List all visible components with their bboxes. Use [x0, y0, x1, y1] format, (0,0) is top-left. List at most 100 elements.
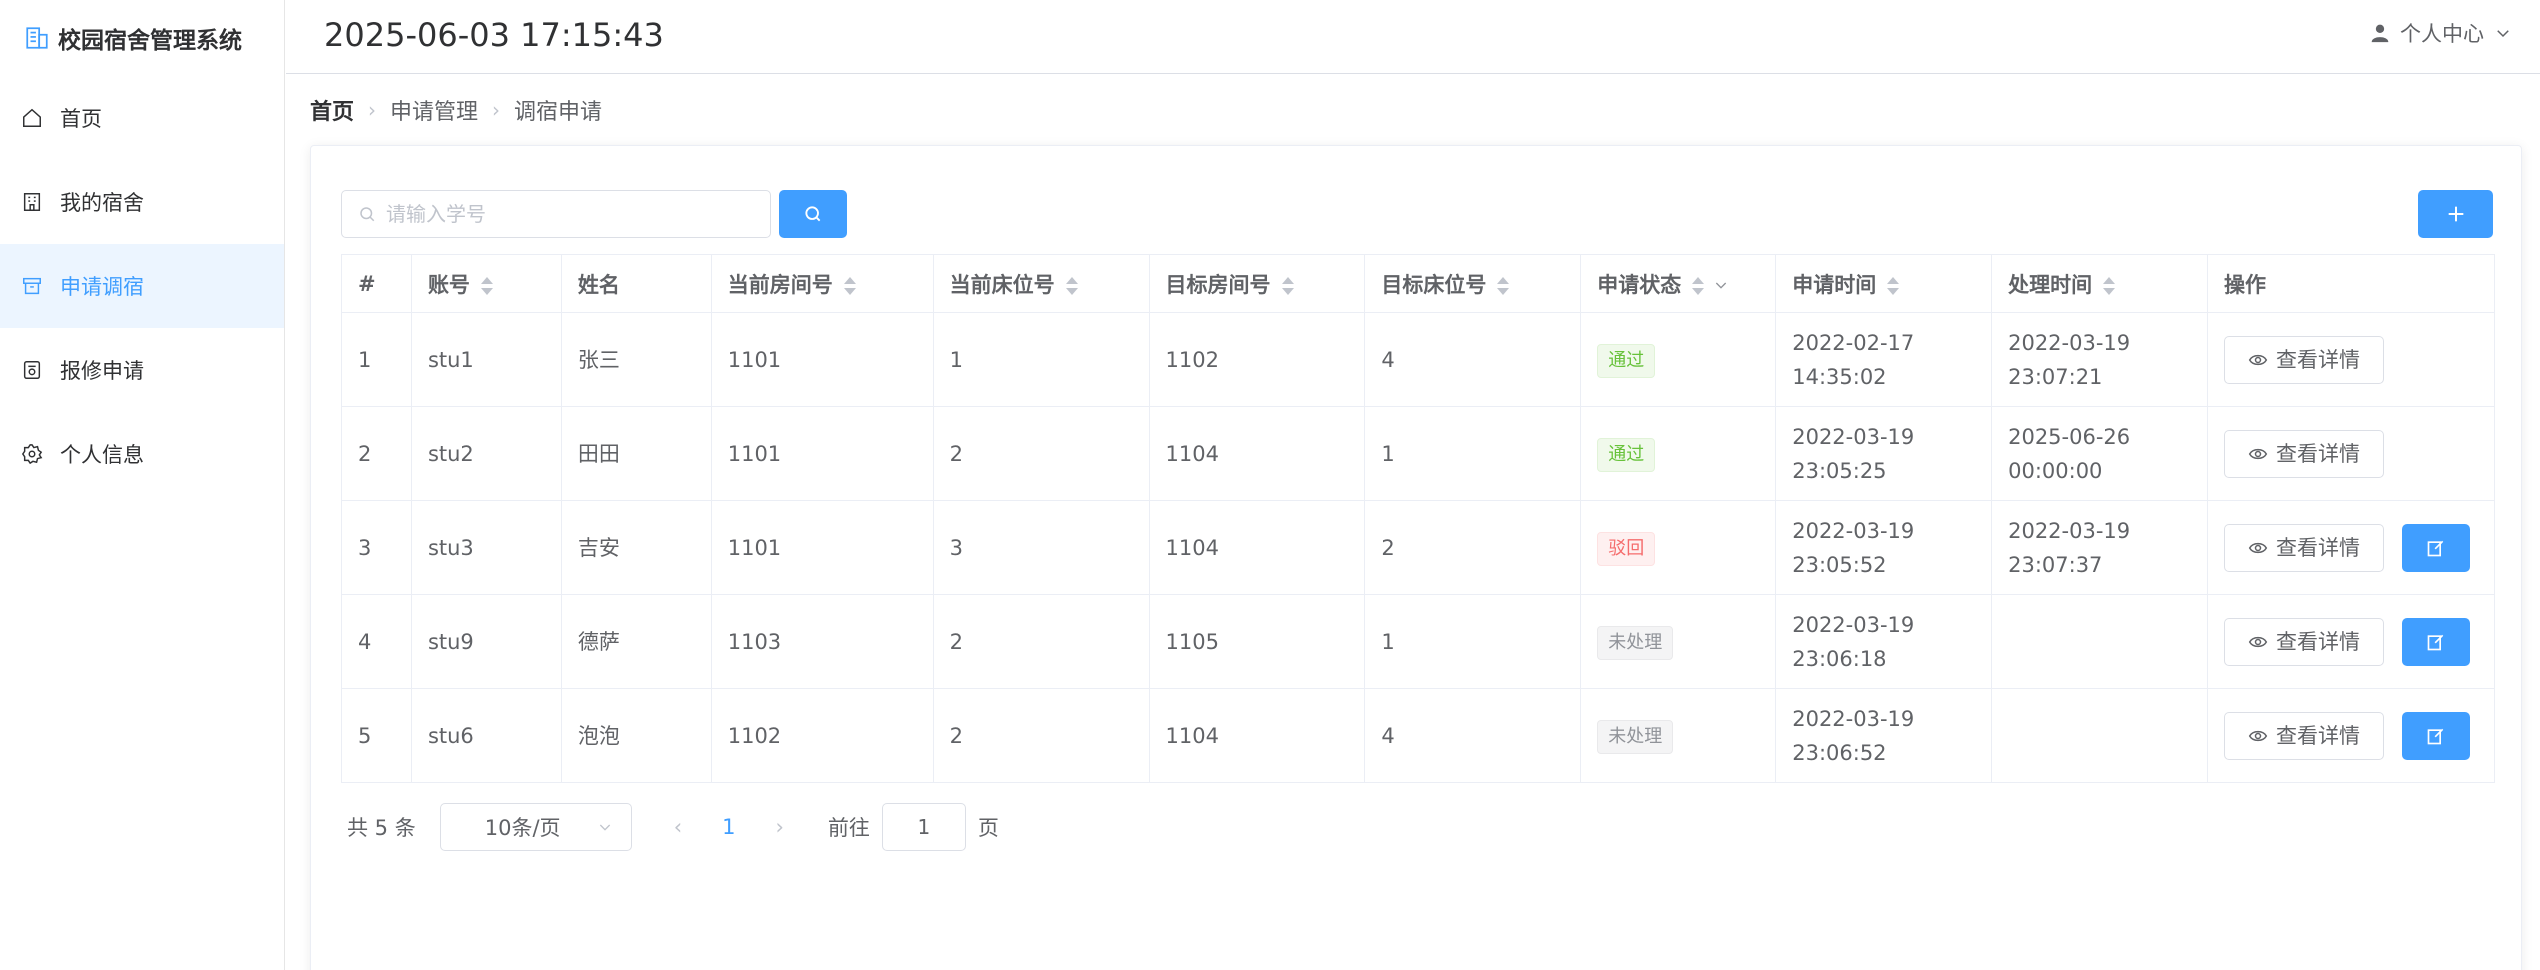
cell-current-bed: 2	[932, 594, 1150, 689]
column-header-status[interactable]: 申请状态	[1580, 254, 1777, 313]
cell-name: 德萨	[560, 594, 712, 689]
search-icon	[805, 206, 821, 222]
page-size-value: 10条/页	[484, 816, 561, 840]
cell-name: 田田	[560, 406, 712, 501]
cell-index: 5	[341, 688, 412, 783]
sidebar-item-label: 我的宿舍	[60, 191, 144, 215]
user-center-menu[interactable]: 个人中心	[2370, 18, 2512, 48]
cell-index: 1	[341, 312, 412, 407]
sidebar-item-label: 申请调宿	[60, 275, 144, 299]
repair-icon	[20, 358, 44, 382]
status-badge: 未处理	[1597, 719, 1674, 754]
cell-current-bed: 2	[932, 688, 1150, 783]
search-button[interactable]	[779, 190, 847, 238]
sidebar-item-repair[interactable]: 报修申请	[0, 328, 284, 412]
page-size-select[interactable]: 10条/页	[439, 803, 632, 851]
cell-target-room: 1102	[1148, 312, 1366, 407]
sort-icon[interactable]	[2102, 275, 2116, 297]
page-number[interactable]: 1	[722, 815, 735, 839]
breadcrumb-separator-icon: ›	[492, 98, 501, 122]
sidebar-item-apply-transfer[interactable]: 申请调宿	[0, 244, 284, 328]
pagination: 共 5 条 10条/页 ‹ 1 › 前往 页	[347, 803, 999, 851]
status-badge: 通过	[1597, 437, 1656, 472]
cell-account: stu1	[410, 312, 562, 407]
cell-actions: 查看详情	[2206, 500, 2496, 595]
sort-icon[interactable]	[1886, 275, 1900, 297]
sort-icon[interactable]	[843, 275, 856, 297]
column-header-account[interactable]: 账号	[410, 254, 562, 313]
sort-icon[interactable]	[1065, 275, 1078, 297]
column-header-label: 处理时间	[2008, 272, 2093, 297]
cell-status: 未处理	[1580, 594, 1777, 689]
sidebar-item-my-dorm[interactable]: 我的宿舍	[0, 160, 284, 244]
box-icon	[20, 274, 44, 298]
cell-name: 泡泡	[560, 688, 712, 783]
edit-button[interactable]	[2401, 711, 2470, 760]
view-detail-label: 查看详情	[2275, 629, 2360, 654]
cell-status: 通过	[1580, 406, 1777, 501]
search-field[interactable]	[341, 190, 771, 238]
table-row: 5 stu6 泡泡 1102 2 1104 4 未处理 2022-03-19 2…	[341, 688, 2496, 783]
column-header-index: #	[341, 254, 412, 313]
column-header-target-bed[interactable]: 目标床位号	[1364, 254, 1582, 313]
column-header-label: 当前房间号	[727, 272, 833, 297]
sort-icon[interactable]	[1281, 275, 1294, 297]
cell-target-bed: 1	[1364, 594, 1582, 689]
total-count: 共 5 条	[347, 816, 416, 840]
column-header-label: 目标床位号	[1381, 272, 1487, 297]
cell-target-room: 1104	[1148, 406, 1366, 501]
cell-apply-time: 2022-03-19 23:05:52	[1775, 500, 1993, 595]
eye-icon	[2248, 730, 2268, 741]
sidebar-item-home[interactable]: 首页	[0, 76, 284, 160]
column-header-label: 目标房间号	[1165, 272, 1271, 297]
view-detail-button[interactable]: 查看详情	[2223, 523, 2384, 572]
breadcrumb-home[interactable]: 首页	[310, 94, 354, 126]
edit-button[interactable]	[2401, 523, 2470, 572]
cell-actions: 查看详情	[2206, 688, 2496, 783]
sidebar-item-label: 首页	[60, 107, 102, 131]
cell-target-room: 1104	[1148, 500, 1366, 595]
goto-label: 前往	[827, 816, 870, 840]
cell-actions: 查看详情	[2206, 594, 2496, 689]
prev-page-icon[interactable]: ‹	[674, 815, 682, 839]
app-title: 校园宿舍管理系统	[58, 28, 242, 54]
cell-account: stu9	[410, 594, 562, 689]
application-table: # 账号 姓名 当前房间号 当前床位号 目标房间号 目标床位号 申请状态 申请时…	[341, 254, 2496, 783]
eye-icon	[2248, 542, 2268, 553]
edit-button[interactable]	[2401, 617, 2470, 666]
cell-process-time: 2022-03-19 23:07:37	[1991, 500, 2208, 595]
datetime-display: 2025-06-03 17:15:43	[324, 16, 664, 54]
cell-status: 通过	[1580, 312, 1777, 407]
sort-icon[interactable]	[1691, 275, 1705, 297]
filter-chevron-icon[interactable]	[1713, 274, 1729, 298]
column-header-target-room[interactable]: 目标房间号	[1148, 254, 1366, 313]
cell-target-bed: 4	[1364, 688, 1582, 783]
view-detail-button[interactable]: 查看详情	[2223, 711, 2384, 760]
sort-icon[interactable]	[1496, 275, 1510, 297]
column-header-label: 当前床位号	[949, 272, 1055, 297]
view-detail-button[interactable]: 查看详情	[2223, 429, 2384, 478]
next-page-icon[interactable]: ›	[776, 815, 784, 839]
cell-current-room: 1101	[710, 312, 934, 407]
column-header-apply-time[interactable]: 申请时间	[1775, 254, 1993, 313]
view-detail-button[interactable]: 查看详情	[2223, 617, 2384, 666]
add-button[interactable]	[2418, 190, 2493, 238]
view-detail-button[interactable]: 查看详情	[2223, 335, 2384, 384]
column-header-current-room[interactable]: 当前房间号	[710, 254, 934, 313]
cell-index: 2	[341, 406, 412, 501]
column-header-process-time[interactable]: 处理时间	[1991, 254, 2208, 313]
breadcrumb: 首页 › 申请管理 › 调宿申请	[310, 94, 602, 126]
brand: 校园宿舍管理系统	[0, 0, 284, 76]
cell-apply-time: 2022-03-19 23:06:52	[1775, 688, 1993, 783]
main-card: # 账号 姓名 当前房间号 当前床位号 目标房间号 目标床位号 申请状态 申请时…	[310, 145, 2522, 970]
column-header-current-bed[interactable]: 当前床位号	[932, 254, 1150, 313]
gear-icon	[20, 442, 44, 466]
view-detail-label: 查看详情	[2275, 347, 2360, 372]
table-row: 2 stu2 田田 1101 2 1104 1 通过 2022-03-19 23…	[341, 406, 2496, 501]
sort-icon[interactable]	[480, 275, 493, 297]
goto-page-input[interactable]	[881, 803, 966, 851]
edit-icon	[2427, 728, 2444, 744]
search-input[interactable]	[386, 202, 746, 226]
cell-current-bed: 2	[932, 406, 1150, 501]
sidebar-item-profile[interactable]: 个人信息	[0, 412, 284, 496]
